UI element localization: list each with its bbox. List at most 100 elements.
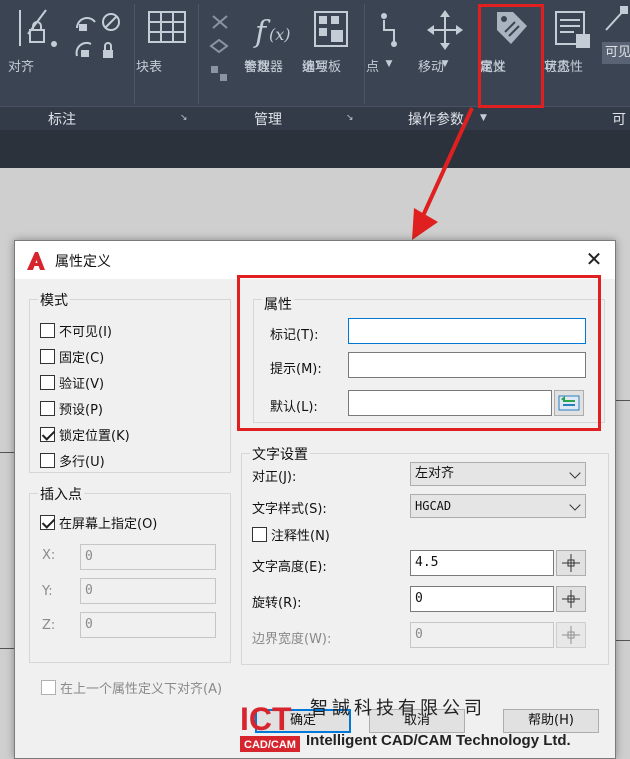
- annotation-panel-launcher-icon[interactable]: ↘: [180, 113, 188, 123]
- manage-tools-icons: [209, 15, 229, 81]
- mode-group: 模式 不可见(I) 固定(C) 验证(V) 预设(P) 锁定位置(K) 多行(U…: [29, 290, 231, 473]
- attribute-group-highlight: [237, 275, 601, 431]
- mode-verify-checkbox[interactable]: 验证(V): [40, 372, 104, 392]
- text-style-value: HGCAD: [415, 499, 452, 513]
- block-table-button[interactable]: 块表: [136, 6, 198, 75]
- checkbox-label: 在上一个属性定义下对齐(A): [60, 681, 223, 697]
- insertion-point-group: 插入点 在屏幕上指定(O) X: 0 Y: 0 Z: 0: [29, 484, 231, 663]
- visibility-states-label-2: 状态: [544, 60, 571, 75]
- checkbox-box[interactable]: [40, 322, 55, 338]
- attribute-definition-dialog: 属性定义 ✕ 模式 不可见(I) 固定(C) 验证(V) 预设(P) 锁定位置(…: [14, 240, 616, 759]
- checkbox-box[interactable]: [40, 400, 55, 416]
- company-watermark: ICT CAD/CAM 智誠科技有限公司 Intelligent CAD/CAM…: [234, 692, 630, 759]
- justification-value: 左对齐: [415, 466, 455, 481]
- align-button[interactable]: 对齐: [8, 6, 68, 75]
- boundary-width-label: 边界宽度(W):: [252, 632, 332, 647]
- text-settings-group-title: 文字设置: [250, 444, 310, 464]
- crosshair-pick-icon: [562, 626, 580, 644]
- authoring-palettes-label-2: 选项板: [302, 60, 342, 75]
- function-fx-icon: f (x): [253, 15, 291, 50]
- mode-constant-checkbox[interactable]: 固定(C): [40, 346, 104, 366]
- checkbox-label: 不可见(I): [59, 324, 112, 340]
- point-label: 点: [366, 60, 380, 75]
- mode-invisible-checkbox[interactable]: 不可见(I): [40, 320, 112, 340]
- pick-rotation-button[interactable]: [556, 586, 586, 612]
- z-input[interactable]: 0: [80, 612, 216, 638]
- align-icon: [19, 9, 57, 47]
- crosshair-pick-icon: [562, 590, 580, 608]
- x-label: X:: [42, 548, 56, 563]
- x-input[interactable]: 0: [80, 544, 216, 570]
- text-style-select[interactable]: HGCAD: [410, 494, 586, 518]
- company-name-english: Intelligent CAD/CAM Technology Ltd.: [306, 732, 571, 749]
- chevron-down-icon: [569, 467, 581, 479]
- y-label: Y:: [42, 584, 53, 599]
- visibility-mode-combo[interactable]: 可见: [602, 42, 630, 64]
- manage-panel-launcher-icon[interactable]: ↘: [346, 113, 354, 123]
- company-name-chinese: 智誠科技有限公司: [310, 698, 486, 719]
- checkbox-box[interactable]: [40, 348, 55, 364]
- insertion-point-group-title: 插入点: [38, 484, 84, 504]
- move-label: 移动: [418, 60, 445, 75]
- callout-arrow-icon: [412, 107, 474, 240]
- text-height-input[interactable]: 4.5: [410, 550, 554, 576]
- pick-boundary-width-button[interactable]: [556, 622, 586, 648]
- align-label: 对齐: [8, 60, 35, 75]
- mode-multiline-checkbox[interactable]: 多行(U): [40, 450, 105, 470]
- geometric-constraint-buttons[interactable]: [68, 10, 130, 68]
- dialog-title: 属性定义: [55, 254, 111, 270]
- ribbon-overflow-area: 可见: [602, 4, 630, 104]
- mode-preset-checkbox[interactable]: 预设(P): [40, 398, 103, 418]
- checkbox-box[interactable]: [252, 526, 267, 542]
- close-icon[interactable]: ✕: [581, 247, 607, 273]
- chevron-down-icon: [569, 499, 581, 511]
- align-below-previous-checkbox[interactable]: 在上一个属性定义下对齐(A): [41, 677, 222, 697]
- move-arrows-icon: [427, 10, 463, 50]
- text-height-label: 文字高度(E):: [252, 560, 327, 575]
- palette-grid-icon: [314, 11, 348, 47]
- move-button[interactable]: 移动 ▼: [418, 6, 472, 75]
- checkbox-label: 注释性(N): [271, 528, 330, 544]
- ribbon-panel-titles: 标注 ↘ 管理 ↘ 操作参数 ▼ 可: [0, 106, 630, 130]
- y-input[interactable]: 0: [80, 578, 216, 604]
- point-button[interactable]: 点 ▼: [366, 6, 412, 75]
- rotation-label: 旋转(R):: [252, 596, 302, 611]
- block-table-label: 块表: [136, 60, 163, 75]
- annotation-panel-title: 标注: [48, 112, 76, 128]
- mode-group-title: 模式: [38, 290, 70, 310]
- pick-text-height-button[interactable]: [556, 550, 586, 576]
- z-label: Z:: [42, 618, 56, 633]
- svg-text:(x): (x): [269, 25, 291, 44]
- visibility-states-icon: [555, 11, 590, 48]
- company-logo: ICT CAD/CAM: [238, 696, 302, 754]
- table-icon: [148, 11, 186, 43]
- checkbox-box-checked[interactable]: [40, 514, 55, 530]
- visibility-mode-icon: [605, 6, 628, 31]
- authoring-palettes-button[interactable]: 编写 选项板: [302, 6, 360, 75]
- attribute-definition-highlight: [478, 4, 544, 108]
- checkbox-box[interactable]: [40, 374, 55, 390]
- crosshair-pick-icon: [562, 554, 580, 572]
- boundary-width-input[interactable]: 0: [410, 622, 554, 648]
- constraint-icons: [75, 13, 120, 58]
- parameters-manager-label-2: 管理器: [244, 60, 284, 75]
- text-settings-group: 文字设置 对正(J): 左对齐 文字样式(S): HGCAD 注释性(N) 文字…: [241, 444, 609, 665]
- manage-small-buttons[interactable]: [200, 10, 240, 92]
- cutoff-panel-title: 可: [612, 112, 626, 128]
- checkbox-box[interactable]: [41, 679, 56, 695]
- parameters-manager-button[interactable]: f (x) 参数 管理器: [244, 6, 302, 75]
- checkbox-box[interactable]: [40, 452, 55, 468]
- checkbox-box-checked[interactable]: [40, 426, 55, 442]
- rotation-input[interactable]: 0: [410, 586, 554, 612]
- text-style-label: 文字样式(S):: [252, 502, 327, 517]
- justification-select[interactable]: 左对齐: [410, 462, 586, 486]
- checkbox-label: 多行(U): [59, 454, 105, 470]
- dialog-titlebar[interactable]: 属性定义 ✕: [15, 241, 615, 279]
- ict-logo-icon: ICT CAD/CAM: [240, 701, 300, 752]
- annotative-checkbox[interactable]: 注释性(N): [252, 524, 330, 544]
- specify-on-screen-checkbox[interactable]: 在屏幕上指定(O): [40, 512, 157, 532]
- mode-lock-position-checkbox[interactable]: 锁定位置(K): [40, 424, 130, 444]
- visibility-states-button[interactable]: 可见性 状态: [544, 6, 600, 75]
- checkbox-label: 预设(P): [59, 402, 103, 418]
- svg-text:ICT: ICT: [240, 701, 292, 737]
